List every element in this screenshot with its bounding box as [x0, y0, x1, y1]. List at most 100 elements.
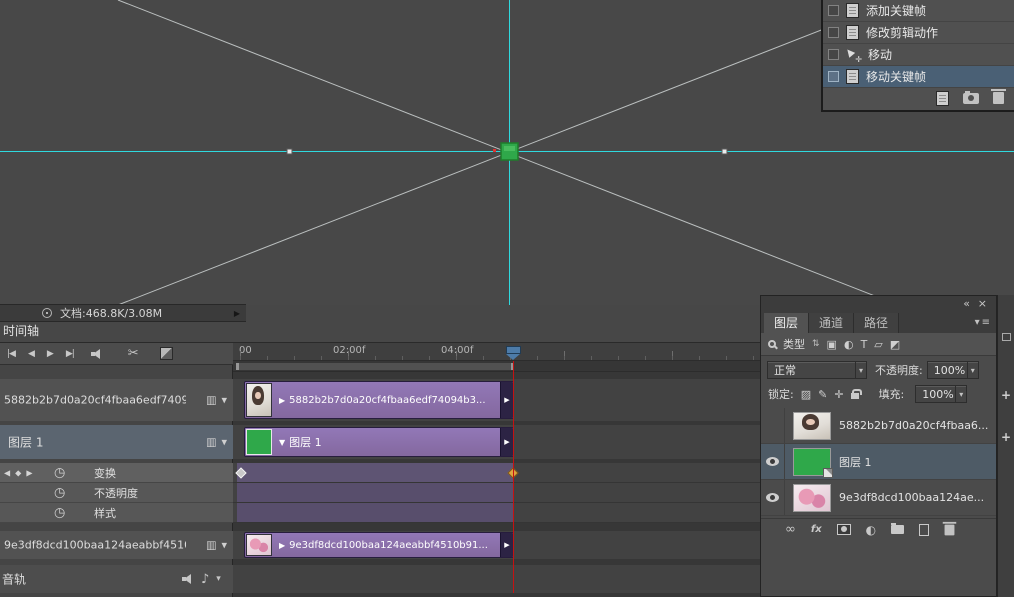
new-document-from-state-button[interactable]: [936, 91, 949, 106]
layer-style-fx-icon[interactable]: fx: [811, 524, 822, 535]
lock-pixels-icon[interactable]: ✎: [818, 388, 827, 401]
layer-thumbnail[interactable]: [793, 448, 831, 476]
tab-paths[interactable]: 路径: [854, 313, 899, 333]
transform-side-handle[interactable]: [722, 149, 727, 154]
close-panel-icon[interactable]: ×: [978, 297, 987, 310]
playhead[interactable]: [506, 346, 521, 354]
filter-adjustment-layers-icon[interactable]: ◐: [844, 338, 854, 351]
mute-audio-button[interactable]: [91, 349, 103, 359]
new-group-icon[interactable]: [891, 525, 904, 534]
status-flyout-arrow[interactable]: ▶: [234, 309, 240, 318]
audio-track-header[interactable]: 音轨 ♪ ▾: [0, 565, 233, 593]
lock-transparency-icon[interactable]: ▨: [801, 388, 811, 401]
playhead-line: [513, 361, 514, 593]
track-menu-dropdown-icon[interactable]: ▾: [221, 539, 227, 552]
create-snapshot-button[interactable]: [963, 93, 979, 104]
history-brush-checkbox[interactable]: [828, 49, 839, 60]
track-filmstrip-icon[interactable]: ▥: [206, 394, 216, 407]
visibility-toggle[interactable]: [761, 444, 785, 479]
panel-menu-icon[interactable]: ▾ ≡: [975, 317, 990, 328]
transition-button[interactable]: [160, 347, 173, 360]
clip-trim-control[interactable]: ▶: [500, 382, 513, 418]
filter-updown-icon: ⇅: [812, 339, 820, 349]
split-at-playhead-button[interactable]: ✂: [128, 346, 139, 361]
layer-row[interactable]: 5882b2b7d0a20cf4fbaa6...: [761, 408, 996, 444]
music-note-icon[interactable]: ♪: [201, 572, 209, 587]
first-frame-button[interactable]: |◀: [7, 349, 15, 359]
filter-smart-objects-icon[interactable]: ◩: [890, 338, 900, 351]
history-state-label: 添加关键帧: [866, 2, 926, 19]
video-clip[interactable]: ▶ 5882b2b7d0a20cf4fbaa6edf74094b3... ▶: [244, 381, 514, 419]
prev-frame-button[interactable]: ◀: [28, 349, 34, 359]
work-area-bar[interactable]: [236, 363, 514, 370]
dock-add-icon[interactable]: +: [1001, 431, 1011, 443]
clip-trim-control[interactable]: ▶: [500, 533, 513, 557]
link-layers-icon[interactable]: ∞: [785, 522, 796, 537]
stopwatch-icon[interactable]: ◷: [54, 505, 65, 520]
clip-expand-icon[interactable]: ▶: [279, 396, 285, 405]
property-row-opacity[interactable]: ◷ 不透明度: [0, 483, 233, 503]
clip-collapse-icon[interactable]: ▼: [279, 438, 285, 447]
filter-pixel-layers-icon[interactable]: ▣: [827, 338, 837, 351]
lock-all-icon[interactable]: [851, 393, 859, 399]
property-row-transform[interactable]: ◀ ◆ ▶ ◷ 变换: [0, 463, 233, 483]
stopwatch-icon[interactable]: ◷: [54, 465, 65, 480]
next-keyframe-button[interactable]: ▶: [26, 468, 32, 477]
opacity-input[interactable]: 100% ▾: [927, 361, 979, 379]
layer-thumbnail[interactable]: [793, 412, 831, 440]
track-header-video1[interactable]: 5882b2b7d0a20cf4fbaa6edf74094... ▥ ▾: [0, 379, 233, 421]
property-row-style[interactable]: ◷ 样式: [0, 503, 233, 523]
layer-row[interactable]: 9e3df8dcd100baa124ae...: [761, 480, 996, 516]
clip-trim-control[interactable]: ▶: [500, 428, 513, 456]
track-header-video2[interactable]: 9e3df8dcd100baa124aeabbf4510b... ▥ ▾: [0, 531, 233, 559]
prev-keyframe-button[interactable]: ◀: [4, 468, 10, 477]
history-state-row[interactable]: 移动: [823, 44, 1014, 66]
filter-shape-layers-icon[interactable]: ▱: [874, 338, 882, 351]
layer-row-selected[interactable]: 图层 1: [761, 444, 996, 480]
add-keyframe-button[interactable]: ◆: [15, 468, 21, 477]
delete-state-button[interactable]: [993, 92, 1004, 104]
history-brush-checkbox[interactable]: [828, 5, 839, 16]
tab-layers[interactable]: 图层: [764, 313, 809, 333]
new-layer-icon[interactable]: [919, 524, 929, 536]
lock-position-icon[interactable]: ✛: [834, 388, 843, 401]
play-button[interactable]: ▶: [47, 349, 53, 359]
layer-thumbnail[interactable]: [793, 484, 831, 512]
property-label: 不透明度: [94, 485, 138, 501]
timeline-panel-tab[interactable]: 时间轴: [3, 322, 39, 339]
audio-menu-dropdown-icon[interactable]: ▾: [216, 574, 221, 584]
history-state-row[interactable]: 修改剪辑动作: [823, 22, 1014, 44]
layer-clip-selected[interactable]: ▼ 图层 1 ▶: [244, 427, 514, 457]
adjustment-layer-icon[interactable]: ◐: [866, 523, 876, 537]
dock-panel-icon[interactable]: [1002, 333, 1011, 341]
track-header-layer1-selected[interactable]: 图层 1 ▥ ▾: [0, 425, 233, 459]
transform-side-handle[interactable]: [287, 149, 292, 154]
history-state-row-selected[interactable]: 移动关键帧: [823, 66, 1014, 88]
next-frame-button[interactable]: ▶|: [66, 349, 74, 359]
track-filmstrip-icon[interactable]: ▥: [206, 539, 216, 552]
track-menu-dropdown-icon[interactable]: ▾: [221, 436, 227, 449]
transform-center-handle[interactable]: [501, 143, 518, 160]
delete-layer-icon[interactable]: [945, 524, 955, 535]
track-filmstrip-icon[interactable]: ▥: [206, 436, 216, 449]
audio-speaker-icon[interactable]: [182, 574, 194, 584]
track-menu-dropdown-icon[interactable]: ▾: [221, 394, 227, 407]
add-mask-icon[interactable]: [837, 524, 851, 535]
clip-expand-icon[interactable]: ▶: [279, 541, 285, 550]
fill-input[interactable]: 100% ▾: [915, 385, 967, 403]
video-clip[interactable]: ▶ 9e3df8dcd100baa124aeabbf4510b91... ▶: [244, 532, 514, 558]
visibility-toggle[interactable]: [761, 408, 785, 443]
stopwatch-icon[interactable]: ◷: [54, 485, 65, 500]
visibility-toggle[interactable]: [761, 480, 785, 515]
collapse-panels-icon[interactable]: «: [963, 297, 970, 310]
history-brush-checkbox[interactable]: [828, 71, 839, 82]
filter-type-layers-icon[interactable]: T: [861, 338, 868, 351]
filter-kind-dropdown[interactable]: 类型: [783, 336, 805, 352]
tab-channels[interactable]: 通道: [809, 313, 854, 333]
history-state-row[interactable]: 添加关键帧: [823, 0, 1014, 22]
history-brush-checkbox[interactable]: [828, 27, 839, 38]
opacity-value: 100%: [934, 364, 965, 377]
dropdown-icon: ▾: [967, 362, 978, 378]
dock-add-icon[interactable]: +: [1001, 389, 1011, 401]
blend-mode-select[interactable]: 正常 ▾: [767, 361, 867, 379]
